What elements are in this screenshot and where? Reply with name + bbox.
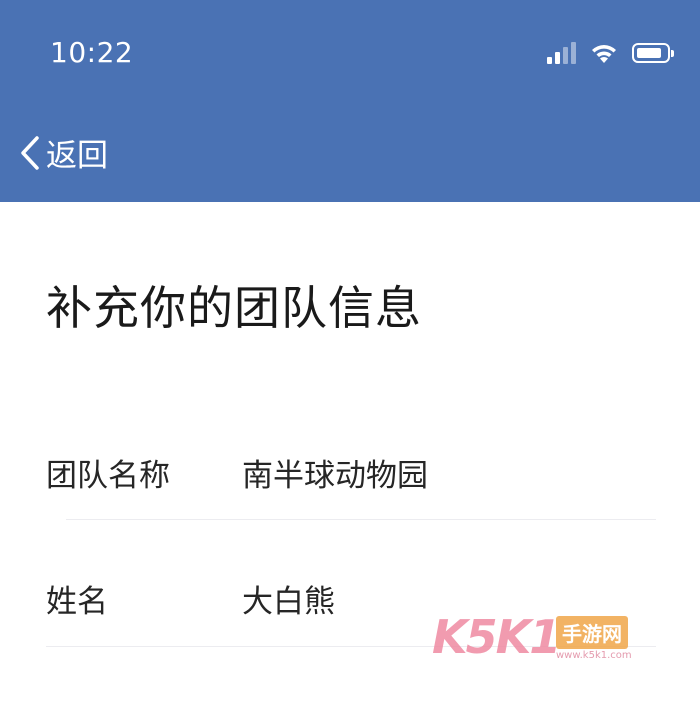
chevron-left-icon — [21, 135, 39, 170]
watermark-tagline: 手游网 — [556, 616, 628, 649]
battery-icon — [632, 43, 674, 63]
name-value[interactable]: 大白熊 — [242, 576, 335, 621]
watermark-url: www.k5k1.com — [556, 650, 632, 661]
watermark-brand: K5K1 — [432, 610, 561, 664]
watermark-logo: K5K1 手游网 www.k5k1.com — [432, 610, 642, 664]
cellular-signal-icon — [547, 40, 576, 64]
back-label: 返回 — [46, 138, 108, 174]
row-divider — [66, 519, 656, 520]
back-button[interactable]: 返回 — [20, 130, 108, 175]
header-bar: 10:22 返回 — [0, 0, 700, 202]
status-icons — [547, 40, 674, 64]
team-name-value[interactable]: 南半球动物园 — [242, 450, 428, 495]
wifi-icon — [592, 45, 616, 63]
status-time: 10:22 — [50, 36, 134, 69]
page-title: 补充你的团队信息 — [46, 281, 422, 335]
team-name-row[interactable]: 团队名称 南半球动物园 — [46, 432, 656, 504]
app-screen: 10:22 返回 补充你的团队信息 团队名称 南半球动物园 姓名 大白熊 K5K… — [0, 0, 700, 720]
team-name-label: 团队名称 — [46, 458, 170, 494]
name-label: 姓名 — [46, 584, 108, 620]
battery-level — [637, 48, 661, 58]
